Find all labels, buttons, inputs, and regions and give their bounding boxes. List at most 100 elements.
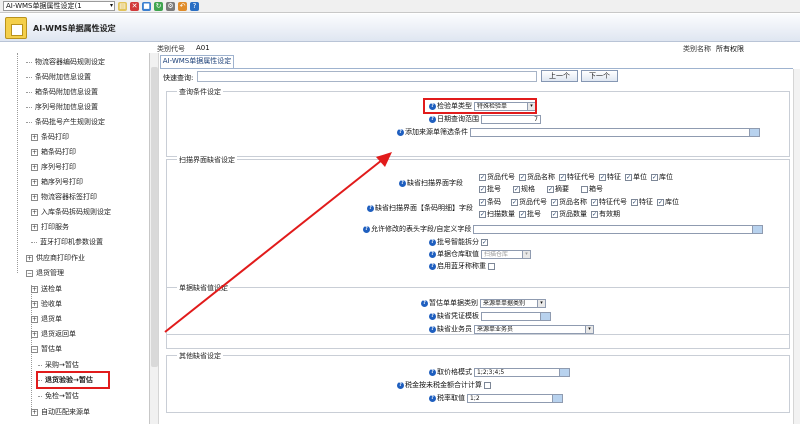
help-icon[interactable]: ?: [429, 312, 436, 320]
help-icon[interactable]: ?: [190, 1, 199, 11]
checkbox[interactable]: ✓: [559, 173, 566, 181]
checkbox[interactable]: ✓: [519, 173, 526, 181]
checkbox[interactable]: ✓: [479, 198, 486, 206]
sidebar-item[interactable]: + 退货单: [31, 312, 62, 326]
single-wh-select[interactable]: 扫描仓库 ▾: [481, 249, 531, 259]
sidebar-item[interactable]: + 箱条码打印: [31, 145, 76, 159]
help-icon[interactable]: ?: [429, 368, 436, 376]
help-icon[interactable]: ?: [429, 262, 436, 270]
checkbox[interactable]: ✓: [657, 198, 664, 206]
collapse-icon[interactable]: −: [31, 345, 38, 353]
refresh-icon[interactable]: ↻: [154, 1, 163, 11]
sidebar-item[interactable]: 箱条码附加信息设置: [26, 85, 98, 99]
expand-icon[interactable]: +: [31, 223, 38, 231]
lookup-icon[interactable]: [552, 394, 562, 402]
window-select[interactable]: AI-WMS单据属性设定(1 ▾: [3, 1, 115, 11]
lookup-icon[interactable]: [559, 368, 569, 376]
sidebar-item[interactable]: 条码批号产生规则设定: [26, 115, 105, 129]
help-icon[interactable]: ?: [363, 225, 370, 233]
sidebar-item-selected[interactable]: 退货验验→暂估: [36, 371, 110, 389]
expand-icon[interactable]: +: [31, 178, 38, 186]
lookup-icon[interactable]: [752, 225, 763, 233]
sidebar-item[interactable]: 序列号附加信息设置: [26, 100, 98, 114]
sidebar-item[interactable]: + 自动匹配来源单: [31, 405, 90, 419]
checkbox[interactable]: [488, 262, 495, 270]
help-icon[interactable]: ?: [429, 325, 436, 333]
checkbox[interactable]: ✓: [651, 173, 658, 181]
checkbox[interactable]: ✓: [481, 238, 488, 246]
close-red-icon[interactable]: ✕: [130, 1, 139, 11]
expand-icon[interactable]: +: [31, 330, 38, 338]
next-button[interactable]: 下一个: [581, 70, 618, 82]
sidebar-item[interactable]: 物流容器编码规则设定: [26, 55, 105, 69]
collapse-icon[interactable]: −: [26, 269, 33, 277]
sidebar-item[interactable]: + 验收单: [31, 297, 62, 311]
checkbox[interactable]: ✓: [591, 210, 598, 218]
help-icon[interactable]: ?: [429, 238, 436, 246]
checkbox[interactable]: ✓: [479, 173, 486, 181]
checkbox[interactable]: ✓: [519, 210, 526, 218]
checkbox[interactable]: ✓: [625, 173, 632, 181]
checkbox[interactable]: ✓: [551, 210, 558, 218]
help-icon[interactable]: ?: [429, 115, 436, 123]
paste-icon[interactable]: ▤: [118, 1, 127, 11]
save-icon[interactable]: ■: [142, 1, 151, 11]
undo-icon[interactable]: ↶: [178, 1, 187, 11]
expand-icon[interactable]: +: [31, 148, 38, 156]
checkbox[interactable]: ✓: [513, 185, 520, 193]
sidebar-item[interactable]: + 物流容器标签打印: [31, 190, 97, 204]
checkbox[interactable]: ✓: [551, 198, 558, 206]
sidebar-item[interactable]: + 入库条码拆码规则设定: [31, 205, 111, 219]
quick-query-input[interactable]: [197, 71, 537, 82]
sidebar-item[interactable]: + 供应商打印作业: [26, 251, 85, 265]
help-icon[interactable]: ?: [397, 381, 404, 389]
sidebar-item[interactable]: − 暂估单: [31, 342, 62, 356]
lookup-icon[interactable]: [749, 128, 759, 136]
help-icon[interactable]: ?: [429, 250, 436, 258]
tab-attribute-settings[interactable]: AI-WMS单据属性设定: [160, 55, 234, 68]
expand-icon[interactable]: +: [31, 315, 38, 323]
expand-icon[interactable]: +: [31, 300, 38, 308]
checkbox[interactable]: ✓: [511, 198, 518, 206]
expand-icon[interactable]: +: [31, 285, 38, 293]
sidebar-item[interactable]: + 条码打印: [31, 130, 69, 144]
expand-icon[interactable]: +: [31, 208, 38, 216]
date-range-input[interactable]: 7: [481, 114, 541, 124]
sidebar-item[interactable]: + 打印服务: [31, 220, 69, 234]
checkbox[interactable]: ✓: [547, 185, 554, 193]
sidebar-item[interactable]: 条码附加信息设置: [26, 70, 91, 84]
sidebar-item[interactable]: 采购→暂估: [38, 358, 79, 372]
sidebar-item[interactable]: + 序列号打印: [31, 160, 76, 174]
filter-input[interactable]: [470, 127, 760, 137]
prev-button[interactable]: 上一个: [541, 70, 578, 82]
checkbox[interactable]: ✓: [591, 198, 598, 206]
sidebar-item[interactable]: + 箱序列号打印: [31, 175, 83, 189]
scroll-thumb[interactable]: [151, 67, 158, 367]
tax-rate-input[interactable]: 1;2: [467, 393, 563, 403]
checkbox[interactable]: ✓: [599, 173, 606, 181]
expand-icon[interactable]: +: [31, 408, 38, 416]
checkbox[interactable]: [581, 185, 588, 193]
price-mode-input[interactable]: 1;2;3;4;5: [474, 367, 570, 377]
sidebar-item[interactable]: + 送检单: [31, 282, 62, 296]
main-scrollbar[interactable]: [793, 69, 800, 424]
lookup-icon[interactable]: [540, 312, 550, 320]
settings-icon[interactable]: ⚙: [166, 1, 175, 11]
help-icon[interactable]: ?: [399, 179, 406, 187]
expand-icon[interactable]: +: [31, 133, 38, 141]
source-type-select[interactable]: 来源单单据类别 ▾: [480, 298, 546, 308]
sidebar-item[interactable]: 免检→暂估: [38, 389, 79, 403]
checkbox[interactable]: ✓: [479, 210, 486, 218]
expand-icon[interactable]: +: [31, 193, 38, 201]
checkbox[interactable]: ✓: [479, 185, 486, 193]
sidebar-scrollbar[interactable]: [150, 53, 159, 424]
expand-icon[interactable]: +: [31, 163, 38, 171]
sidebar-item[interactable]: + 退货返回单: [31, 327, 76, 341]
sidebar-item[interactable]: − 退货管理: [26, 266, 64, 280]
help-icon[interactable]: ?: [367, 204, 374, 212]
help-icon[interactable]: ?: [397, 128, 404, 136]
checkbox[interactable]: ✓: [631, 198, 638, 206]
salesman-select[interactable]: 来源单业务员 ▾: [474, 324, 594, 334]
sidebar-item[interactable]: 蓝牙打印机参数设置: [31, 235, 103, 249]
checkbox[interactable]: [484, 381, 491, 389]
